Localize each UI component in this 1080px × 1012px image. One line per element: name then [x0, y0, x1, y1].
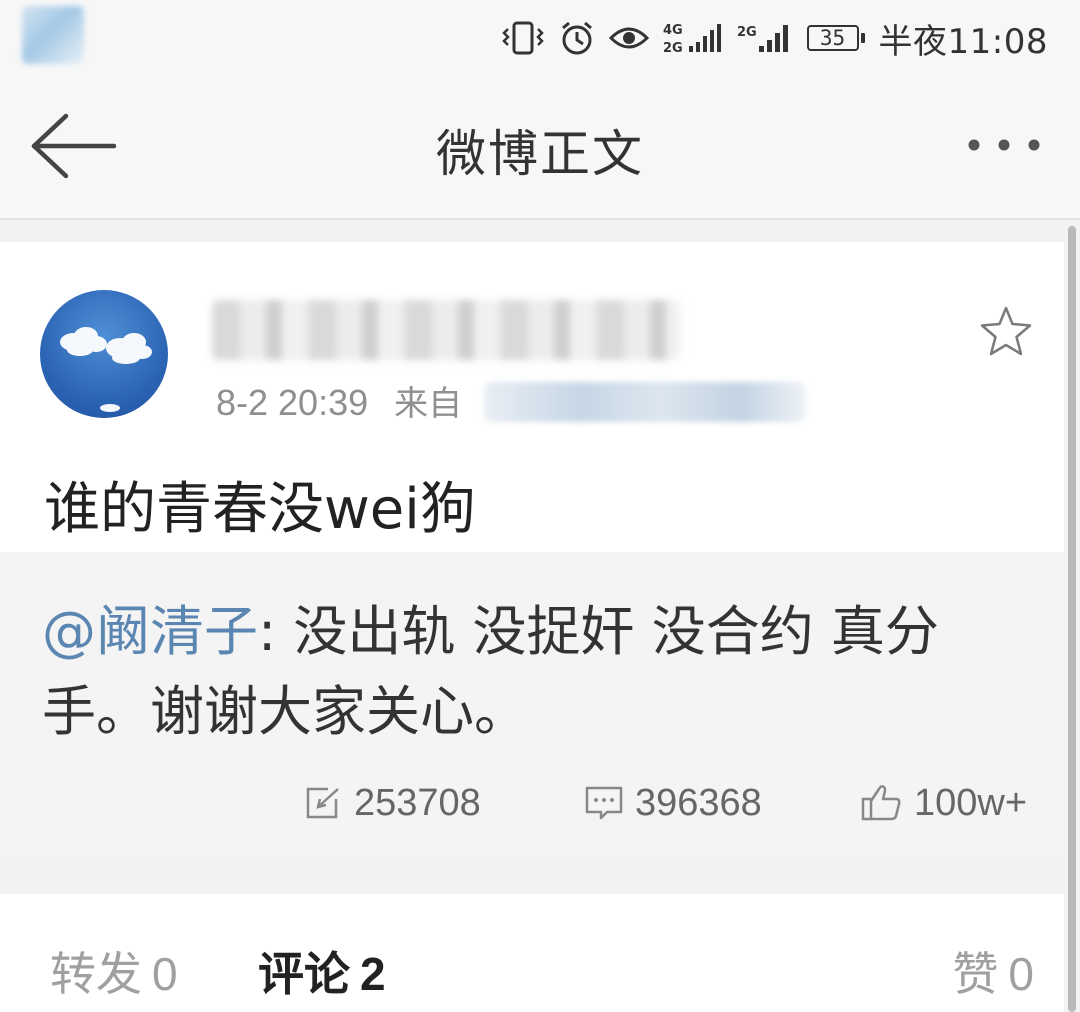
tab-like-count: 0 [1008, 948, 1034, 1000]
vibrate-icon [501, 20, 545, 56]
more-button[interactable] [966, 130, 1046, 160]
battery-icon: 35 [806, 25, 865, 51]
avatar[interactable] [40, 290, 168, 418]
tab-comment[interactable]: 评论 2 [258, 938, 386, 1004]
status-bar: 4G 2G 2G 35 半夜11:08 [0, 0, 1080, 78]
post-time: 8-2 20:39 [216, 382, 369, 423]
app-notification-icon [22, 6, 84, 64]
alarm-icon [559, 20, 595, 56]
battery-level: 35 [806, 25, 865, 51]
title-bar: 微博正文 [0, 78, 1080, 220]
post-card: 8-2 20:39 来自 谁的青春没wei狗 @阚清子: 没出轨 没捉奸 没合约 … [0, 242, 1064, 858]
tab-comment-count: 2 [360, 948, 386, 1000]
network-label-4g: 4G [663, 23, 683, 38]
status-icons: 4G 2G 2G 35 半夜11:08 [487, 14, 1048, 62]
post-text: 谁的青春没wei狗 [44, 477, 476, 542]
repost-stat[interactable]: 253708 [304, 778, 481, 828]
comment-count: 396368 [635, 781, 762, 824]
favorite-button[interactable] [978, 304, 1034, 360]
retweet-mention[interactable]: @阚清子 [42, 600, 258, 663]
retweet-text: @阚清子: 没出轨 没捉奸 没合约 真分手。谢谢大家关心。 [42, 592, 1032, 752]
username-blurred[interactable] [212, 300, 680, 360]
network-label-2g: 2G [663, 41, 683, 56]
tab-like[interactable]: 赞0 [952, 938, 1034, 1004]
repost-count: 253708 [354, 781, 481, 824]
tab-comment-label: 评论 [258, 947, 350, 1001]
post-source-blurred [484, 382, 806, 422]
status-time: 半夜11:08 [878, 21, 1048, 62]
more-dots-icon [968, 139, 1040, 151]
post-source-label: 来自 [394, 384, 463, 424]
like-stat[interactable]: 100w+ [860, 778, 1027, 828]
eye-icon [608, 23, 649, 53]
retweet-box[interactable]: @阚清子: 没出轨 没捉奸 没合约 真分手。谢谢大家关心。 253708 396… [0, 552, 1064, 858]
signal-icon: 4G 2G [663, 20, 723, 56]
tab-like-label: 赞 [952, 947, 999, 1001]
post-meta: 8-2 20:39 来自 [216, 376, 462, 425]
comment-stat[interactable]: 396368 [583, 778, 762, 828]
tab-repost[interactable]: 转发 0 [50, 938, 178, 1004]
comment-icon [585, 786, 623, 820]
star-icon [980, 306, 1032, 356]
page-title: 微博正文 [436, 125, 644, 183]
tab-repost-label: 转发 [50, 947, 142, 1001]
network-label-2g-second: 2G [737, 25, 757, 40]
thumbs-up-icon [861, 785, 901, 821]
signal-icon-2: 2G [737, 20, 793, 56]
avatar-clouds-image [60, 327, 152, 412]
interaction-tabs: 转发 0 评论 2 赞0 [0, 894, 1064, 1012]
scrollbar[interactable] [1068, 226, 1076, 1012]
like-count: 100w+ [914, 781, 1028, 824]
repost-icon [306, 787, 339, 819]
tab-repost-count: 0 [152, 948, 178, 1000]
